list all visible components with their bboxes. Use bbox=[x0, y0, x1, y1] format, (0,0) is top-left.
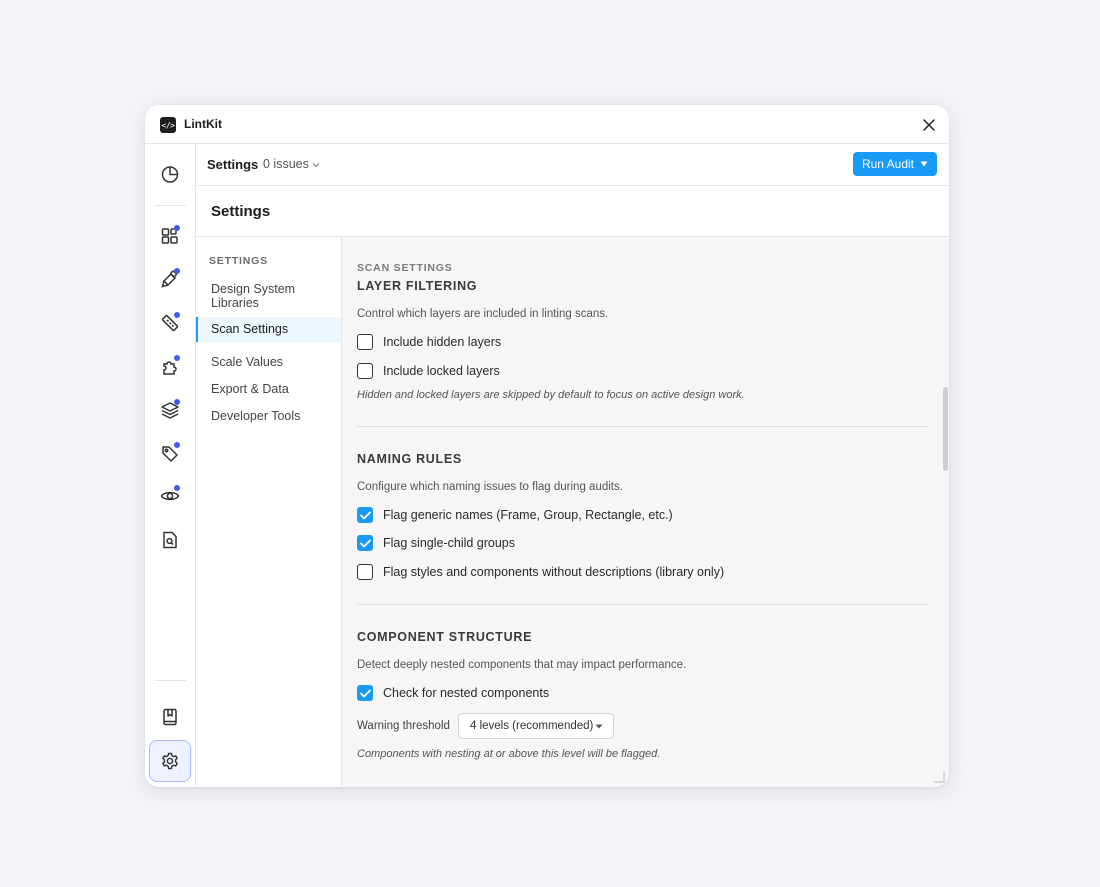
settings-content: SCAN SETTINGS LAYER FILTERING Control wh… bbox=[342, 237, 949, 787]
app-title: LintKit bbox=[184, 117, 222, 131]
component-structure-title: COMPONENT STRUCTURE bbox=[357, 630, 533, 644]
close-icon bbox=[923, 119, 935, 131]
flag-single-child-groups-checkbox[interactable]: Flag single-child groups bbox=[357, 535, 515, 551]
caret-down-icon bbox=[920, 161, 928, 167]
close-button[interactable] bbox=[919, 115, 939, 135]
pie-chart-icon bbox=[161, 166, 179, 183]
checkbox-box[interactable] bbox=[357, 363, 373, 379]
checkbox-label: Flag generic names (Frame, Group, Rectan… bbox=[383, 508, 673, 522]
subnav-item-scan-settings[interactable]: Scan Settings bbox=[196, 317, 341, 342]
rail-components-button[interactable] bbox=[149, 215, 191, 257]
settings-subnav: SETTINGS Design System Libraries Scan Se… bbox=[196, 237, 342, 787]
flag-generic-names-checkbox[interactable]: Flag generic names (Frame, Group, Rectan… bbox=[357, 507, 673, 523]
checkbox-label: Flag styles and components without descr… bbox=[383, 565, 725, 579]
rail-overview-button[interactable] bbox=[149, 153, 191, 195]
checkbox-box[interactable] bbox=[357, 507, 373, 523]
resize-handle-icon[interactable] bbox=[933, 771, 945, 783]
warning-threshold-label: Warning threshold bbox=[357, 720, 450, 732]
caret-down-icon bbox=[595, 724, 603, 729]
checkbox-box[interactable] bbox=[357, 685, 373, 701]
checkmark-icon bbox=[359, 539, 371, 547]
rail-divider bbox=[155, 680, 186, 681]
notification-dot bbox=[174, 399, 180, 405]
include-locked-layers-checkbox[interactable]: Include locked layers bbox=[357, 363, 500, 379]
header-title: Settings bbox=[207, 157, 259, 172]
checkbox-label: Include hidden layers bbox=[383, 335, 502, 349]
run-audit-label: Run Audit bbox=[861, 157, 915, 171]
checkmark-icon bbox=[359, 511, 371, 519]
icon-rail bbox=[145, 144, 196, 787]
checkbox-label: Check for nested components bbox=[383, 686, 550, 700]
layer-filtering-note: Hidden and locked layers are skipped by … bbox=[357, 389, 745, 401]
check-nested-components-checkbox[interactable]: Check for nested components bbox=[357, 685, 549, 701]
rail-tags-button[interactable] bbox=[149, 432, 191, 474]
notification-dot bbox=[174, 268, 180, 274]
app-logo-icon: </> bbox=[160, 117, 176, 133]
subnav-item-developer-tools[interactable]: Developer Tools bbox=[196, 409, 341, 423]
notification-dot bbox=[174, 442, 180, 448]
rail-inspect-button[interactable] bbox=[149, 519, 191, 561]
subnav-heading: SETTINGS bbox=[209, 255, 268, 267]
notification-dot bbox=[174, 355, 180, 361]
chevron-down-icon bbox=[312, 163, 320, 168]
notification-dot bbox=[174, 225, 180, 231]
component-structure-description: Detect deeply nested components that may… bbox=[357, 659, 687, 671]
book-icon bbox=[163, 708, 177, 726]
rail-docs-button[interactable] bbox=[149, 696, 191, 738]
scrollbar-thumb[interactable] bbox=[943, 387, 948, 471]
select-value: 4 levels (recommended) bbox=[470, 720, 594, 732]
include-hidden-layers-checkbox[interactable]: Include hidden layers bbox=[357, 334, 501, 350]
naming-rules-title: NAMING RULES bbox=[357, 452, 462, 466]
checkbox-box[interactable] bbox=[357, 535, 373, 551]
layer-filtering-description: Control which layers are included in lin… bbox=[357, 308, 609, 320]
subnav-item-design-system-libraries[interactable]: Design System Libraries bbox=[196, 282, 341, 310]
rail-spacing-button[interactable] bbox=[149, 302, 191, 344]
rail-visibility-button[interactable] bbox=[149, 475, 191, 517]
subnav-item-export-data[interactable]: Export & Data bbox=[196, 382, 341, 396]
rail-colors-button[interactable] bbox=[149, 258, 191, 300]
notification-dot bbox=[174, 485, 180, 491]
flag-missing-descriptions-checkbox[interactable]: Flag styles and components without descr… bbox=[357, 564, 724, 580]
issues-dropdown[interactable]: 0 issues bbox=[263, 157, 320, 171]
rail-divider bbox=[155, 205, 186, 206]
component-structure-note: Components with nesting at or above this… bbox=[357, 748, 661, 760]
checkbox-box[interactable] bbox=[357, 334, 373, 350]
page-title: Settings bbox=[211, 203, 271, 220]
warning-threshold-select[interactable]: 4 levels (recommended) bbox=[458, 713, 614, 739]
checkmark-icon bbox=[359, 689, 371, 697]
app-window: </> LintKit Settings 0 issues Run Audit … bbox=[145, 105, 949, 787]
section-divider bbox=[357, 426, 928, 427]
notification-dot bbox=[174, 312, 180, 318]
file-search-icon bbox=[163, 531, 177, 549]
rail-plugins-button[interactable] bbox=[149, 345, 191, 387]
title-bar: </> LintKit bbox=[145, 105, 949, 144]
issues-count: 0 issues bbox=[263, 157, 309, 171]
rail-layers-button[interactable] bbox=[149, 389, 191, 431]
checkbox-box[interactable] bbox=[357, 564, 373, 580]
section-divider bbox=[357, 604, 928, 605]
subnav-item-scale-values[interactable]: Scale Values bbox=[196, 355, 341, 369]
header-bar: Settings 0 issues Run Audit bbox=[196, 144, 949, 186]
run-audit-button[interactable]: Run Audit bbox=[853, 152, 937, 176]
section-kicker: SCAN SETTINGS bbox=[357, 262, 453, 274]
page-title-bar: Settings bbox=[196, 186, 949, 237]
gear-icon bbox=[162, 752, 178, 770]
rail-settings-button[interactable] bbox=[149, 740, 191, 782]
checkbox-label: Include locked layers bbox=[383, 364, 500, 378]
layer-filtering-title: LAYER FILTERING bbox=[357, 279, 478, 293]
naming-rules-description: Configure which naming issues to flag du… bbox=[357, 481, 623, 493]
checkbox-label: Flag single-child groups bbox=[383, 536, 516, 550]
